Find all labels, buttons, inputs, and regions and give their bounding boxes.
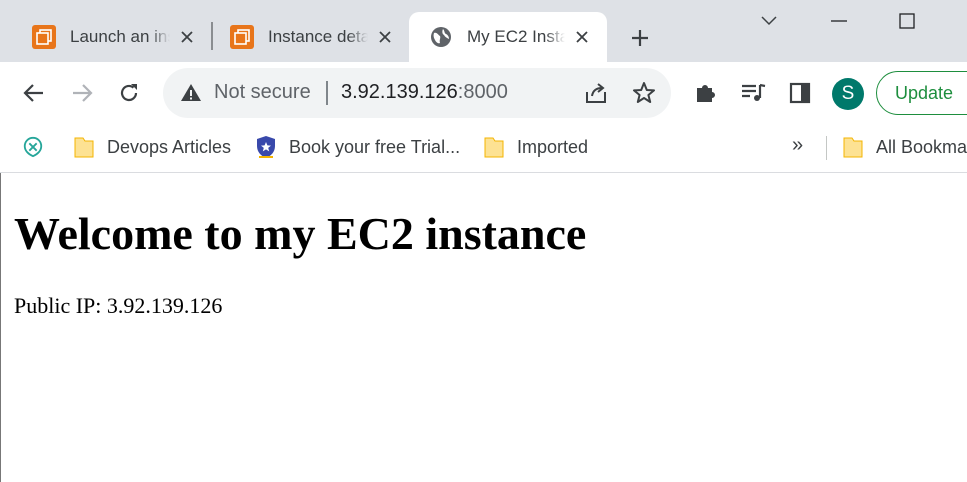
media-controls-button[interactable] [736, 76, 770, 110]
side-panel-icon [789, 82, 811, 104]
tab-launch-instance[interactable]: Launch an instance [12, 12, 212, 62]
folder-icon [843, 137, 863, 158]
share-icon[interactable] [583, 80, 609, 106]
shield-icon [257, 136, 275, 158]
side-panel-button[interactable] [783, 76, 817, 110]
minimize-button[interactable] [819, 6, 859, 36]
security-label[interactable]: Not secure [214, 81, 311, 104]
profile-avatar[interactable]: S [832, 78, 864, 110]
public-ip-text: Public IP: 3.92.139.126 [14, 293, 223, 318]
close-icon[interactable] [176, 26, 198, 48]
puzzle-icon [697, 85, 715, 102]
bookmark-devops-articles[interactable]: Devops Articles [73, 132, 231, 162]
close-icon[interactable] [571, 26, 593, 48]
update-label: Update [895, 82, 954, 103]
tab-strip: Launch an instance Instance details My E… [0, 0, 967, 62]
bookmark-imported[interactable]: Imported [483, 132, 588, 162]
browser-toolbar: Not secure 3.92.139.126:8000 S Update [0, 62, 967, 124]
tab-search-button[interactable] [749, 6, 789, 36]
tab-title: Instance details [268, 27, 368, 46]
update-button[interactable]: Update [876, 71, 967, 115]
page-content: Welcome to my EC2 instance Public IP: 3.… [0, 173, 967, 482]
arrow-left-icon [23, 84, 43, 102]
bookmark-book-free-trial[interactable]: Book your free Trial... [255, 132, 460, 162]
close-icon[interactable] [374, 26, 396, 48]
tab-instance-details[interactable]: Instance details [210, 12, 410, 62]
reload-button[interactable] [112, 76, 146, 110]
star-icon[interactable] [631, 80, 657, 106]
folder-icon [484, 137, 504, 158]
bookmarks-separator [826, 136, 827, 160]
plus-icon [632, 30, 648, 46]
warning-icon[interactable] [179, 81, 203, 105]
tab-my-ec2-instance[interactable]: My EC2 Instance [409, 12, 607, 62]
aws-ec2-icon [230, 25, 254, 49]
minimize-icon [831, 20, 847, 22]
address-bar[interactable]: Not secure 3.92.139.126:8000 [163, 68, 671, 118]
forward-button[interactable] [65, 76, 99, 110]
all-bookmarks-label: All Bookmarks [876, 136, 967, 157]
bookmarks-bar: Devops Articles Book your free Trial... … [0, 124, 967, 173]
bookmark-site[interactable] [22, 132, 56, 162]
url-text[interactable]: 3.92.139.126:8000 [341, 81, 508, 104]
site-icon [23, 136, 43, 158]
new-tab-button[interactable] [624, 22, 656, 54]
bookmark-label: Imported [517, 136, 589, 157]
maximize-button[interactable] [887, 6, 927, 36]
reload-icon [120, 84, 138, 102]
maximize-icon [899, 13, 915, 29]
chevron-down-icon [761, 16, 777, 26]
tab-title: Launch an instance [70, 27, 170, 46]
tab-title: My EC2 Instance [467, 27, 565, 46]
url-port: :8000 [457, 81, 508, 103]
extensions-button[interactable] [688, 76, 722, 110]
divider [326, 81, 328, 105]
bookmark-label: Book your free Trial... [289, 136, 461, 157]
page-heading: Welcome to my EC2 instance [14, 208, 587, 259]
all-bookmarks-button[interactable]: All Bookmarks [842, 132, 967, 162]
folder-icon [74, 137, 94, 158]
url-host: 3.92.139.126 [341, 81, 458, 103]
back-button[interactable] [17, 76, 51, 110]
bookmarks-overflow-button[interactable]: » [792, 134, 803, 157]
bookmark-label: Devops Articles [107, 136, 232, 157]
globe-icon [431, 27, 451, 47]
playlist-music-icon [742, 83, 766, 101]
aws-ec2-icon [32, 25, 56, 49]
arrow-right-icon [73, 84, 93, 102]
